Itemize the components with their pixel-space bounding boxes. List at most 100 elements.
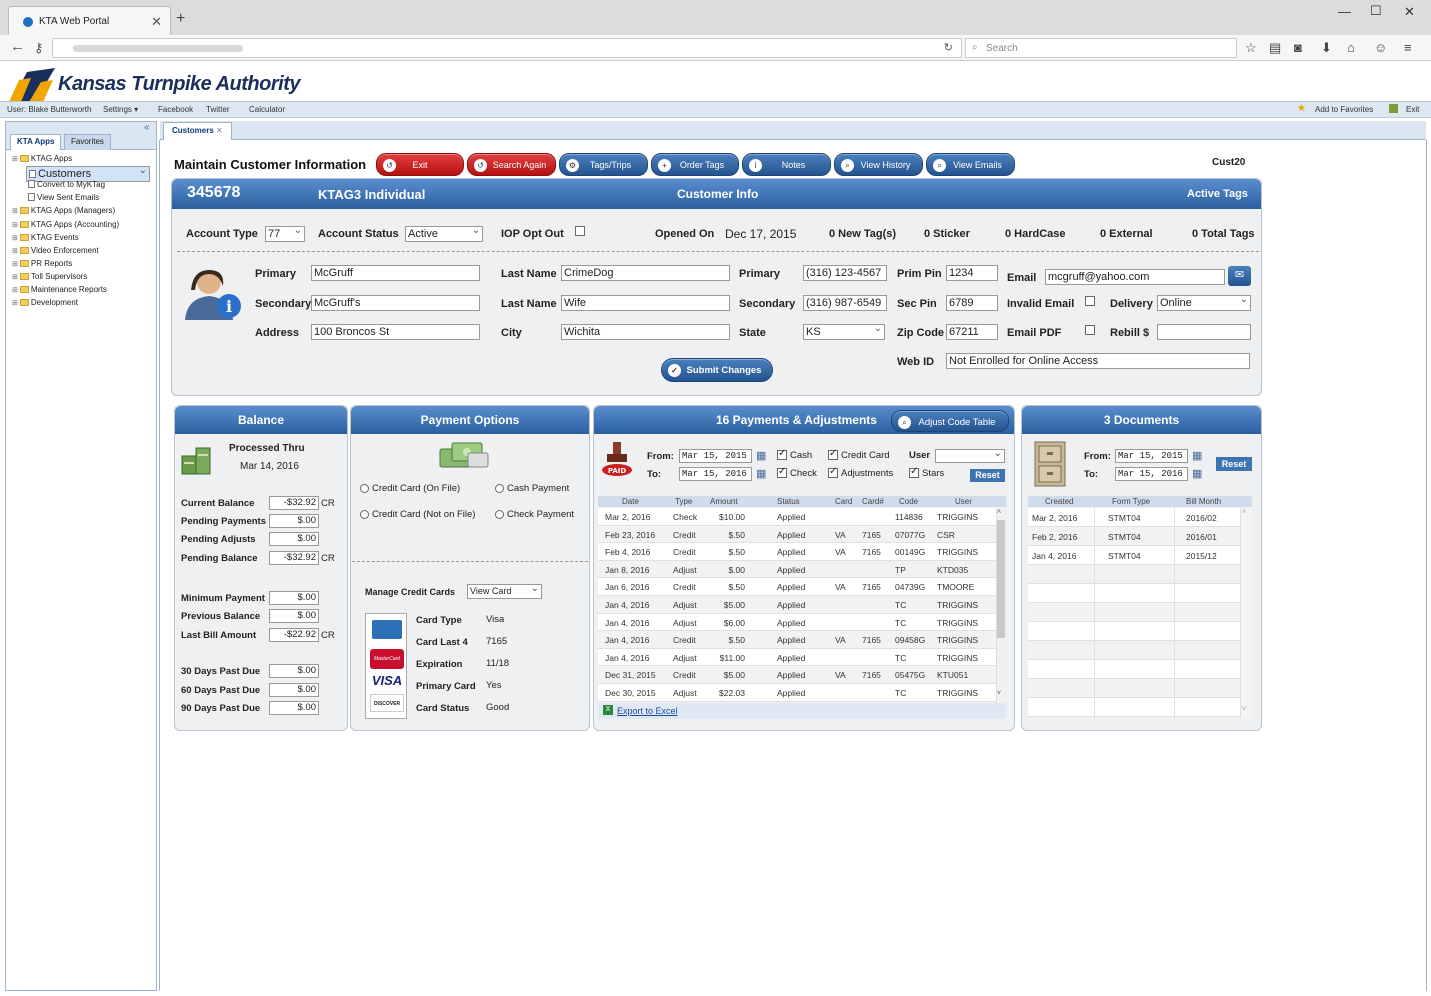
manage-cards-select[interactable]: View Card xyxy=(467,583,542,599)
user-filter-select[interactable] xyxy=(935,448,1005,463)
tree-item[interactable]: ⊞ KTAG Apps (Accounting) xyxy=(10,219,150,230)
tree-item[interactable]: ⊞ Video Enforcement xyxy=(10,245,150,256)
column-header[interactable]: Type xyxy=(675,497,692,506)
scrollbar-thumb[interactable] xyxy=(997,520,1005,638)
scroll-down-icon[interactable]: ˅ xyxy=(1242,706,1246,713)
menu-icon[interactable]: ≡ xyxy=(1404,40,1412,55)
payment-option-radio[interactable] xyxy=(495,484,504,493)
payments-reset-button[interactable]: Reset xyxy=(970,469,1005,482)
column-header[interactable]: Form Type xyxy=(1112,497,1150,506)
table-row[interactable]: Mar 2, 2016 Check $10.00 Applied 114836 TRIGG… xyxy=(598,508,996,526)
filter-checkbox[interactable] xyxy=(777,448,787,460)
tree-item[interactable]: ⊞ Maintenance Reports xyxy=(10,284,150,295)
iop-opt-out-checkbox[interactable] xyxy=(575,226,585,236)
table-row[interactable]: Jan 4, 2016 Adjust $11.00 Applied TC TRIGGINS xyxy=(598,649,996,667)
settings-menu[interactable]: Settings ▾ xyxy=(103,105,138,114)
account-status-select[interactable]: Active xyxy=(405,225,483,242)
back-icon[interactable]: ← xyxy=(10,38,25,55)
table-row[interactable]: Jan 4, 2016 Adjust $5.00 Applied TC TRIGGINS xyxy=(598,596,996,614)
key-icon[interactable]: ⚷ xyxy=(34,40,44,56)
table-row[interactable]: Feb 2, 2016 STMT04 2016/01 xyxy=(1028,527,1240,546)
filter-checkbox[interactable] xyxy=(777,466,787,478)
table-row[interactable]: Feb 23, 2016 Credit $.50 Applied VA 7165 07077… xyxy=(598,525,996,544)
calendar-icon[interactable]: ▦ xyxy=(756,467,766,480)
scroll-up-icon[interactable]: ˄ xyxy=(1242,509,1246,516)
table-row[interactable] xyxy=(1028,698,1240,717)
twitter-link[interactable]: Twitter xyxy=(206,105,230,114)
table-row[interactable]: Jan 4, 2016 Adjust $6.00 Applied TC TRIGGINS xyxy=(598,614,996,632)
table-row[interactable] xyxy=(1028,603,1240,622)
chat-icon[interactable]: ☺ xyxy=(1374,40,1387,55)
expand-icon[interactable]: ⊞ xyxy=(12,300,18,307)
tree-item[interactable]: ⊞ KTAG Events xyxy=(10,232,150,243)
column-header[interactable]: Date xyxy=(622,497,639,506)
facebook-link[interactable]: Facebook xyxy=(158,105,193,114)
reading-list-icon[interactable]: ▤ xyxy=(1269,40,1281,56)
tree-item[interactable]: ⊞ KTAG Apps xyxy=(10,153,150,164)
column-header[interactable]: Card# xyxy=(862,497,884,506)
last-name-secondary-input[interactable]: Wife xyxy=(561,295,730,311)
tab-customers[interactable]: Customers ✕ xyxy=(163,122,232,140)
address-input[interactable]: 100 Broncos St xyxy=(311,324,480,340)
close-window-icon[interactable]: ✕ xyxy=(1404,4,1415,20)
primary-name-input[interactable]: McGruff xyxy=(311,265,480,281)
documents-reset-button[interactable]: Reset xyxy=(1216,457,1252,471)
filter-checkbox[interactable] xyxy=(828,466,838,478)
maximize-icon[interactable]: ☐ xyxy=(1370,3,1382,19)
table-row[interactable]: Mar 2, 2016 STMT04 2016/02 xyxy=(1028,508,1240,527)
add-to-favorites-link[interactable]: Add to Favorites xyxy=(1315,105,1373,114)
account-type-select[interactable]: 77 xyxy=(265,225,305,242)
filter-checkbox[interactable] xyxy=(909,466,919,478)
column-header[interactable]: Card xyxy=(835,497,852,506)
table-row[interactable] xyxy=(1028,660,1240,679)
column-header[interactable]: Code xyxy=(899,497,918,506)
calendar-icon[interactable]: ▦ xyxy=(756,449,766,462)
tree-item[interactable]: Convert to MyKTag xyxy=(26,179,150,190)
last-name-input[interactable]: CrimeDog xyxy=(561,265,730,281)
tab-kta-apps[interactable]: KTA Apps xyxy=(10,134,62,150)
email-input[interactable]: mcgruff@yahoo.com xyxy=(1045,269,1225,285)
calendar-icon[interactable]: ▦ xyxy=(1192,467,1202,480)
close-tab-icon[interactable]: ✕ xyxy=(216,126,223,135)
table-row[interactable]: Dec 30, 2015 Adjust $22.03 Applied TC TRIGGIN… xyxy=(598,684,996,702)
column-header[interactable]: Bill Month xyxy=(1186,497,1221,506)
table-row[interactable] xyxy=(1028,622,1240,641)
secondary-phone-input[interactable]: (316) 987-6549 xyxy=(803,295,887,311)
calendar-icon[interactable]: ▦ xyxy=(1192,449,1202,462)
send-email-button[interactable]: ✉ xyxy=(1228,266,1251,286)
submit-changes-button[interactable]: ✓ Submit Changes xyxy=(661,358,773,382)
bookmark-star-icon[interactable]: ☆ xyxy=(1245,40,1257,56)
payment-option-radio[interactable] xyxy=(495,510,504,519)
web-id-input[interactable]: Not Enrolled for Online Access xyxy=(946,353,1250,369)
tags-trips-button[interactable]: ⚙ Tags/Trips xyxy=(559,153,648,176)
table-row[interactable] xyxy=(1028,679,1240,698)
tree-item[interactable]: ⊞ Toll Supervisors xyxy=(10,271,150,282)
state-select[interactable]: KS xyxy=(803,323,885,340)
payment-option-radio[interactable] xyxy=(360,510,369,519)
browser-search-input[interactable]: ⌕ Search xyxy=(965,38,1237,58)
filter-checkbox[interactable] xyxy=(828,448,838,460)
calculator-link[interactable]: Calculator xyxy=(249,105,285,114)
expand-icon[interactable]: ⊞ xyxy=(12,248,18,255)
prim-pin-input[interactable]: 1234 xyxy=(946,265,998,281)
tab-favorites[interactable]: Favorites xyxy=(64,134,111,150)
rebill-input[interactable] xyxy=(1157,324,1251,340)
minimize-icon[interactable]: — xyxy=(1338,4,1351,19)
pocket-icon[interactable]: ◙ xyxy=(1294,40,1302,55)
tree-item[interactable]: ⊞ Development xyxy=(10,297,150,308)
expand-icon[interactable]: ⊞ xyxy=(12,222,18,229)
payments-from-date[interactable]: Mar 15, 2015 xyxy=(679,449,752,463)
zip-code-input[interactable]: 67211 xyxy=(946,324,998,340)
table-row[interactable]: Feb 4, 2016 Credit $.50 Applied VA 7165 00149G… xyxy=(598,543,996,561)
expand-icon[interactable]: ⊞ xyxy=(12,235,18,242)
table-row[interactable] xyxy=(1028,565,1240,584)
scroll-down-icon[interactable]: ˅ xyxy=(997,690,1001,697)
column-header[interactable]: User xyxy=(955,497,972,506)
table-row[interactable] xyxy=(1028,584,1240,603)
tree-item[interactable]: ⊞ PR Reports xyxy=(10,258,150,269)
delivery-select[interactable]: Online xyxy=(1157,294,1251,311)
sec-pin-input[interactable]: 6789 xyxy=(946,295,998,311)
invalid-email-checkbox[interactable] xyxy=(1085,296,1095,306)
payments-to-date[interactable]: Mar 15, 2016 xyxy=(679,467,752,481)
expand-icon[interactable]: ⊞ xyxy=(12,208,18,215)
